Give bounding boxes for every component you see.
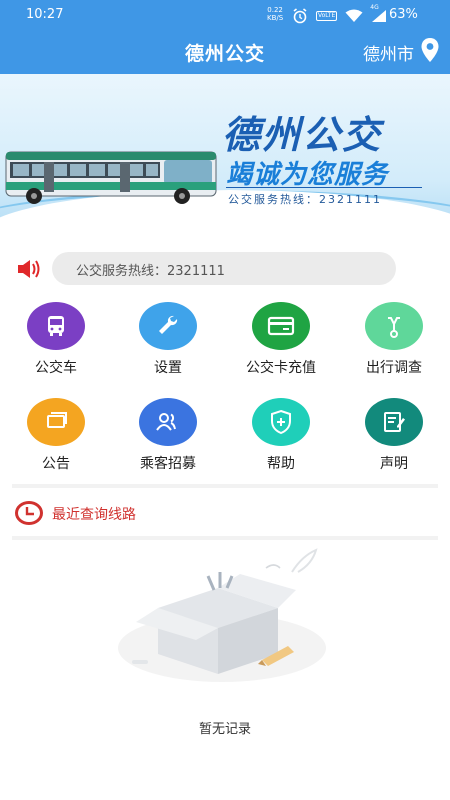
people-icon — [156, 413, 176, 431]
wifi-icon — [345, 9, 363, 22]
banner-slogan: 竭诚为您服务 — [226, 160, 389, 190]
status-time: 10:27 — [26, 7, 64, 22]
menu-label: 帮助 — [267, 456, 295, 472]
recent-routes-label: 最近查询线路 — [52, 507, 136, 523]
network-speed: 0.22 KB/S — [267, 6, 284, 22]
banner-hotline: 公交服务热线：2321111 — [228, 193, 382, 206]
promo-banner[interactable]: 德州公交 竭诚为您服务 公交服务热线：2321111 — [0, 74, 450, 250]
bike-icon — [388, 317, 400, 338]
menu-label: 公告 — [42, 456, 70, 472]
section-divider — [12, 536, 438, 540]
menu-label: 公交车 — [35, 360, 77, 376]
wrench-icon — [159, 315, 178, 334]
status-bar: 10:27 0.22 KB/S VoLTE 4G 63% — [0, 0, 450, 30]
empty-state-text: 暂无记录 — [198, 722, 251, 737]
menu-item-statement[interactable]: 声明 — [338, 398, 450, 473]
menu-item-settings[interactable]: 设置 — [112, 302, 224, 377]
banner-title: 德州公交 — [222, 113, 383, 157]
clock-icon — [15, 501, 43, 525]
volte-icon: VoLTE — [316, 11, 338, 21]
empty-box-illustration — [118, 548, 326, 682]
menu-item-recruit[interactable]: 乘客招募 — [112, 398, 224, 473]
notice-bar[interactable]: 公交服务热线：2321111 — [0, 250, 450, 290]
menu-item-card-recharge[interactable]: 公交卡充值 — [225, 302, 337, 377]
cell-signal-icon: 4G — [370, 4, 387, 23]
bus-icon — [48, 316, 64, 336]
menu-label: 公交卡充值 — [246, 360, 316, 376]
bus-illustration — [5, 151, 217, 204]
menu-item-bus[interactable]: 公交车 — [0, 302, 112, 377]
shield-plus-icon — [271, 409, 291, 435]
menu-label: 设置 — [154, 360, 182, 376]
section-divider — [12, 484, 438, 488]
city-selector[interactable]: 德州市 — [363, 40, 414, 65]
document-pen-icon — [384, 412, 405, 432]
menu-item-survey[interactable]: 出行调查 — [338, 302, 450, 377]
alarm-icon — [293, 8, 307, 24]
status-icons: VoLTE 4G — [292, 4, 387, 24]
menu-label: 乘客招募 — [140, 456, 196, 472]
menu-label: 声明 — [380, 456, 408, 472]
card-icon — [267, 316, 295, 336]
announcement-icon — [47, 412, 67, 428]
menu-label: 出行调查 — [366, 360, 422, 376]
menu-item-announcement[interactable]: 公告 — [0, 398, 112, 473]
location-pin-icon[interactable] — [420, 37, 440, 63]
battery-level: 63% — [389, 7, 418, 22]
app-header: 德州公交 德州市 — [0, 30, 450, 74]
notice-text: 公交服务热线：2321111 — [52, 252, 396, 285]
speaker-icon — [18, 260, 40, 278]
menu-item-help[interactable]: 帮助 — [225, 398, 337, 473]
